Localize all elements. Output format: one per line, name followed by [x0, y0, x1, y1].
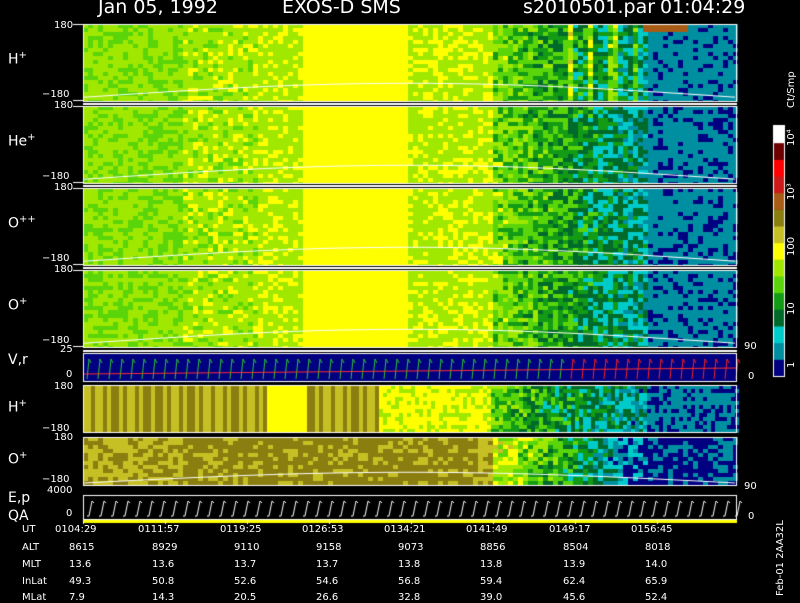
- ephemeris-cell: 13.7: [234, 559, 257, 570]
- ephemeris-cell: 0119:25: [220, 524, 262, 535]
- ephemeris-cell: 8856: [480, 542, 506, 553]
- ephemeris-cell: 56.8: [398, 576, 421, 587]
- y-tick-top: 4000: [47, 485, 73, 496]
- ephemeris-cell: 39.0: [480, 592, 503, 603]
- ephemeris-row-label: MLat: [22, 592, 47, 603]
- title-date: Jan 05, 1992: [98, 0, 218, 18]
- panel-label-o-plus-2: O+: [8, 450, 28, 468]
- ephemeris-cell: 52.6: [234, 576, 257, 587]
- ephemeris-cell: 13.9: [563, 559, 586, 570]
- panel-label-h-plus: H+: [8, 50, 27, 68]
- panel-label-ep: E,p: [8, 490, 31, 506]
- ephemeris-cell: 65.9: [645, 576, 668, 587]
- ephemeris-cell: 9158: [316, 542, 342, 553]
- y-tick-bottom: 0: [66, 369, 73, 380]
- panel-label-h-plus-2: H+: [8, 398, 27, 416]
- ephemeris-cell: 0104:29: [55, 524, 97, 535]
- ephemeris-cell: 26.6: [316, 592, 339, 603]
- ephemeris-cell: 13.6: [69, 559, 92, 570]
- ephemeris-cell: 0149:17: [549, 524, 591, 535]
- ephemeris-cell: 13.8: [398, 559, 421, 570]
- colorbar-tick-label: 10⁴: [786, 129, 797, 146]
- y-tick-bottom: −180: [42, 171, 70, 182]
- title-file: s2010501.par: [523, 0, 656, 18]
- title-instrument: EXOS-D SMS: [282, 0, 401, 18]
- ephemeris-cell: 45.6: [563, 592, 586, 603]
- right-tick: 90: [744, 481, 757, 492]
- y-tick-top: 180: [54, 432, 74, 443]
- colorbar-tick-label: 10: [786, 302, 797, 315]
- y-tick-top: 180: [54, 182, 74, 193]
- panel-label-o-plus: O+: [8, 296, 28, 314]
- ephemeris-cell: 13.7: [316, 559, 339, 570]
- ephemeris-cell: 49.3: [69, 576, 92, 587]
- ephemeris-cell: 52.4: [645, 592, 668, 603]
- y-tick-top: 180: [54, 264, 74, 275]
- ephemeris-cell: 0141:49: [466, 524, 508, 535]
- ephemeris-cell: 8615: [69, 542, 95, 553]
- ephemeris-cell: 0111:57: [138, 524, 180, 535]
- ephemeris-cell: 62.4: [563, 576, 586, 587]
- ephemeris-cell: 8018: [645, 542, 671, 553]
- colorbar-tick-label: 100: [786, 236, 797, 256]
- right-tick: 0: [748, 371, 755, 382]
- right-tick: 90: [744, 341, 757, 352]
- ephemeris-row-label: MLT: [22, 559, 41, 570]
- ephemeris-cell: 0126:53: [302, 524, 344, 535]
- y-tick-bottom: −180: [42, 89, 70, 100]
- ephemeris-cell: 7.9: [69, 592, 85, 603]
- ephemeris-cell: 0134:21: [384, 524, 426, 535]
- ephemeris-cell: 8929: [152, 542, 178, 553]
- panel-label-o-plusplus: O++: [8, 214, 36, 232]
- y-tick-bottom: −180: [42, 474, 70, 485]
- ephemeris-cell: 8504: [563, 542, 589, 553]
- ephemeris-cell: 32.8: [398, 592, 421, 603]
- footer-tag: Feb-01 2AA32L: [775, 520, 786, 596]
- ephemeris-cell: 54.6: [316, 576, 339, 587]
- panel-label-qa: QA: [8, 508, 29, 524]
- right-tick: 0: [748, 511, 755, 522]
- ephemeris-cell: 0156:45: [631, 524, 673, 535]
- ephemeris-cell: 14.3: [152, 592, 175, 603]
- y-tick-top: 25: [60, 344, 73, 355]
- y-tick-top: 180: [54, 100, 74, 111]
- ephemeris-row-label: InLat: [22, 576, 47, 587]
- colorbar-tick-label: 1: [786, 361, 797, 368]
- colorbar-unit-label: Ct/Smp: [786, 71, 797, 108]
- y-tick-top: 180: [54, 381, 74, 392]
- ephemeris-row-label: UT: [22, 524, 36, 535]
- panel-label-he-plus: He+: [8, 132, 36, 150]
- y-tick-bottom: −180: [42, 253, 70, 264]
- title-time: 01:04:29: [660, 0, 746, 18]
- ephemeris-cell: 13.6: [152, 559, 175, 570]
- ephemeris-cell: 14.0: [645, 559, 668, 570]
- ephemeris-cell: 9073: [398, 542, 424, 553]
- ephemeris-row-label: ALT: [22, 542, 40, 553]
- ephemeris-cell: 20.5: [234, 592, 257, 603]
- y-tick-bottom: 0: [66, 508, 73, 519]
- ephemeris-cell: 9110: [234, 542, 260, 553]
- panel-label-vr: V,r: [8, 352, 28, 368]
- ephemeris-cell: 59.4: [480, 576, 503, 587]
- ephemeris-cell: 13.8: [480, 559, 503, 570]
- ephemeris-cell: 50.8: [152, 576, 175, 587]
- spectrogram-canvas: [0, 0, 800, 600]
- y-tick-top: 180: [54, 20, 74, 31]
- colorbar-tick-label: 10³: [786, 183, 797, 200]
